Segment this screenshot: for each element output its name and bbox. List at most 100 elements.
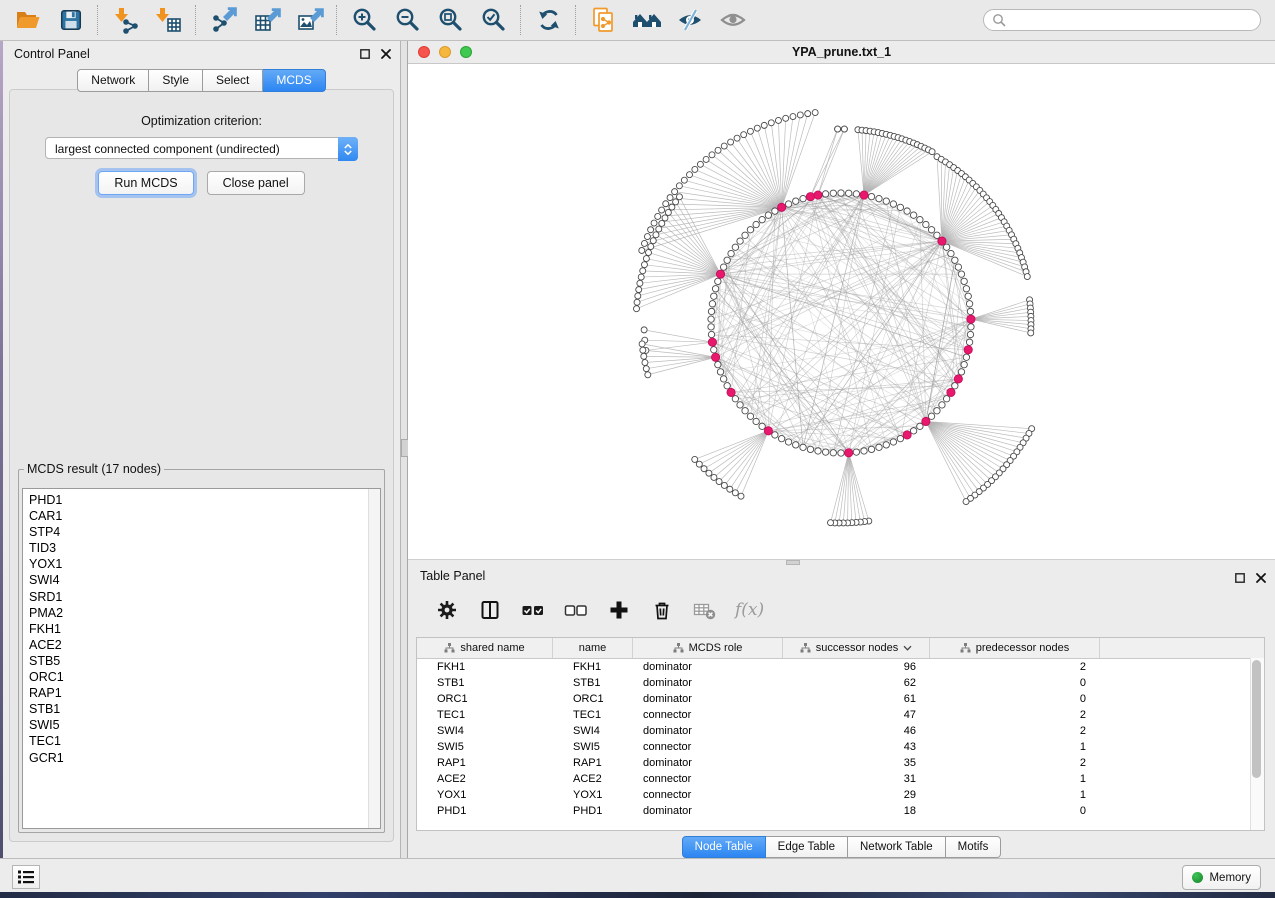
table-cell: 2: [930, 725, 1100, 737]
open-file-button[interactable]: [6, 3, 49, 37]
close-icon[interactable]: [1256, 573, 1266, 583]
tab-select[interactable]: Select: [203, 69, 263, 92]
float-window-icon[interactable]: [360, 49, 370, 59]
delete-table-button[interactable]: [692, 597, 718, 623]
mcds-result-item[interactable]: SWI4: [29, 572, 380, 588]
close-icon[interactable]: [381, 49, 391, 59]
zoom-fit-button[interactable]: [429, 3, 472, 37]
column-label: shared name: [460, 642, 524, 654]
zoom-fit-icon: [437, 6, 465, 34]
run-mcds-button[interactable]: Run MCDS: [98, 171, 193, 195]
mcds-result-item[interactable]: STP4: [29, 524, 380, 540]
tree-icon: [444, 643, 455, 653]
scrollbar-thumb[interactable]: [1252, 660, 1261, 778]
table-row[interactable]: RAP1RAP1dominator352: [417, 755, 1264, 771]
table-row[interactable]: SWI4SWI4dominator462: [417, 723, 1264, 739]
column-header-shared-name[interactable]: shared name: [417, 638, 553, 658]
memory-button[interactable]: Memory: [1182, 865, 1261, 890]
table-cell: dominator: [633, 757, 783, 769]
table-row[interactable]: PHD1PHD1dominator180: [417, 803, 1264, 819]
table-cell: PHD1: [417, 805, 553, 817]
zoom-selected-button[interactable]: [472, 3, 515, 37]
import-table-button[interactable]: [147, 3, 190, 37]
mcds-result-title: MCDS result (17 nodes): [24, 462, 164, 476]
export-table-button[interactable]: [245, 3, 288, 37]
mcds-result-item[interactable]: CAR1: [29, 508, 380, 524]
share-document-button[interactable]: [582, 3, 625, 37]
main-toolbar: [0, 0, 1275, 41]
vertical-splitter[interactable]: [401, 41, 408, 858]
show-all-button[interactable]: [711, 3, 754, 37]
mcds-result-item[interactable]: SRD1: [29, 589, 380, 605]
mcds-list-scrollbar[interactable]: [368, 489, 380, 828]
column-header-name[interactable]: name: [553, 638, 633, 658]
column-header-predecessor-nodes[interactable]: predecessor nodes: [930, 638, 1100, 658]
table-row[interactable]: YOX1YOX1connector291: [417, 787, 1264, 803]
network-graph[interactable]: [408, 64, 1275, 559]
tab-node-table[interactable]: Node Table: [682, 836, 766, 858]
search-box: [983, 9, 1261, 31]
tab-motifs[interactable]: Motifs: [946, 836, 1002, 858]
select-all-button[interactable]: [520, 597, 546, 623]
table-cell: 1: [930, 741, 1100, 753]
network-view[interactable]: [408, 64, 1275, 560]
tab-network-table[interactable]: Network Table: [848, 836, 946, 858]
column-header-mcds-role[interactable]: MCDS role: [633, 638, 783, 658]
mcds-result-item[interactable]: ORC1: [29, 669, 380, 685]
refresh-button[interactable]: [527, 3, 570, 37]
show-columns-button[interactable]: [477, 597, 503, 623]
table-cell: 61: [783, 693, 930, 705]
table-cell: dominator: [633, 805, 783, 817]
mcds-result-item[interactable]: STB1: [29, 701, 380, 717]
mcds-result-item[interactable]: FKH1: [29, 621, 380, 637]
mcds-result-item[interactable]: TEC1: [29, 733, 380, 749]
table-cell: 31: [783, 773, 930, 785]
mcds-result-item[interactable]: PMA2: [29, 605, 380, 621]
save-session-button[interactable]: [49, 3, 92, 37]
mcds-result-item[interactable]: PHD1: [29, 492, 380, 508]
mcds-result-item[interactable]: RAP1: [29, 685, 380, 701]
zoom-out-button[interactable]: [386, 3, 429, 37]
tab-mcds[interactable]: MCDS: [263, 69, 325, 92]
search-input[interactable]: [1006, 10, 1260, 30]
mcds-result-item[interactable]: SWI5: [29, 717, 380, 733]
first-neighbors-button[interactable]: [625, 3, 668, 37]
add-row-button[interactable]: [606, 597, 632, 623]
zoom-in-button[interactable]: [343, 3, 386, 37]
mcds-result-item[interactable]: YOX1: [29, 556, 380, 572]
toolbar-separator: [336, 5, 338, 35]
table-row[interactable]: TEC1TEC1connector472: [417, 707, 1264, 723]
table-scrollbar[interactable]: [1250, 658, 1264, 830]
column-header-filler: [1100, 638, 1264, 658]
mcds-result-item[interactable]: GCR1: [29, 750, 380, 766]
function-builder-button[interactable]: f(x): [735, 600, 764, 620]
float-window-icon[interactable]: [1235, 573, 1245, 583]
table-row[interactable]: ORC1ORC1dominator610: [417, 691, 1264, 707]
tab-style[interactable]: Style: [149, 69, 203, 92]
deselect-all-button[interactable]: [563, 597, 589, 623]
import-network-button[interactable]: [104, 3, 147, 37]
hide-selected-button[interactable]: [668, 3, 711, 37]
tab-edge-table[interactable]: Edge Table: [766, 836, 848, 858]
delete-row-button[interactable]: [649, 597, 675, 623]
optimization-criterion-select[interactable]: largest connected component (undirected): [45, 137, 358, 159]
close-panel-button[interactable]: Close panel: [207, 171, 305, 195]
import-table-icon: [155, 6, 183, 34]
table-row[interactable]: SWI5SWI5connector431: [417, 739, 1264, 755]
table-row[interactable]: STB1STB1dominator620: [417, 675, 1264, 691]
task-history-button[interactable]: [12, 865, 40, 889]
table-row[interactable]: ACE2ACE2connector311: [417, 771, 1264, 787]
export-network-button[interactable]: [202, 3, 245, 37]
table-settings-button[interactable]: [434, 597, 460, 623]
zoom-selected-icon: [480, 6, 508, 34]
export-image-button[interactable]: [288, 3, 331, 37]
mcds-result-item[interactable]: TID3: [29, 540, 380, 556]
minimize-traffic-light[interactable]: [439, 46, 451, 58]
table-row[interactable]: FKH1FKH1dominator962: [417, 659, 1264, 675]
maximize-traffic-light[interactable]: [460, 46, 472, 58]
column-header-successor-nodes[interactable]: successor nodes: [783, 638, 930, 658]
close-traffic-light[interactable]: [418, 46, 430, 58]
mcds-result-item[interactable]: ACE2: [29, 637, 380, 653]
tab-network[interactable]: Network: [77, 69, 149, 92]
mcds-result-item[interactable]: STB5: [29, 653, 380, 669]
